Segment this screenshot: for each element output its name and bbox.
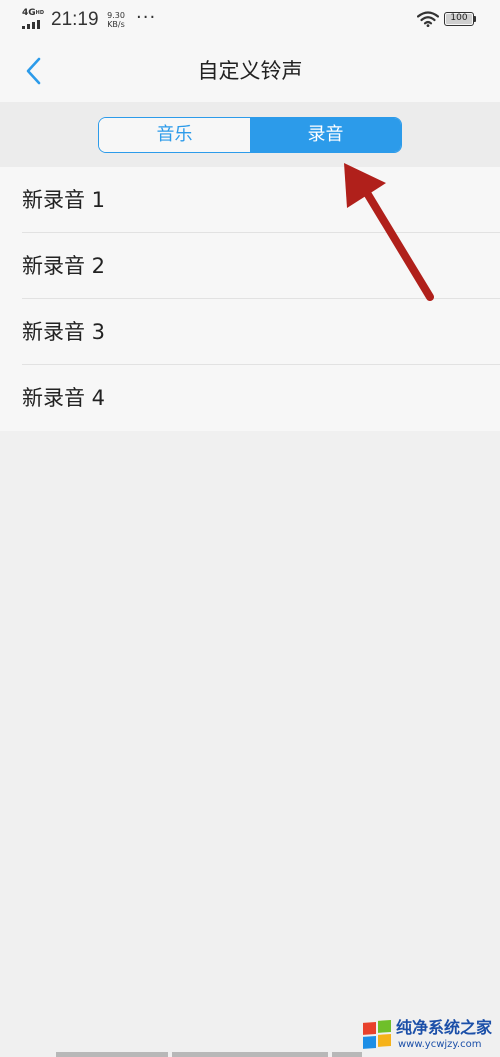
list-item[interactable]: 新录音 1 (0, 167, 500, 233)
battery-tip (474, 16, 476, 22)
tab-music[interactable]: 音乐 (99, 118, 250, 152)
title-bar: 自定义铃声 (0, 40, 500, 102)
network-speed: 9.30 KB/s (103, 11, 129, 29)
tab-recordings[interactable]: 录音 (250, 118, 401, 152)
wifi-icon (417, 11, 439, 27)
chevron-left-icon (26, 57, 41, 85)
more-notifications-icon: ··· (136, 7, 157, 28)
windows-logo-icon (363, 1020, 391, 1049)
list-item[interactable]: 新录音 3 (0, 299, 500, 365)
battery-icon: 100 (444, 12, 474, 26)
page-title: 自定义铃声 (197, 59, 303, 83)
list-item[interactable]: 新录音 2 (0, 233, 500, 299)
network-type: 4G (22, 8, 36, 18)
tab-bar-area: 音乐 录音 (0, 102, 500, 167)
list-item-label: 新录音 3 (22, 320, 106, 344)
network-speed-value: 9.30 (107, 11, 125, 20)
list-item-label: 新录音 4 (22, 386, 106, 410)
network-hd: HD (35, 10, 44, 16)
segmented-control: 音乐 录音 (98, 117, 402, 153)
signal-icon (22, 20, 46, 29)
status-bar: 4GHD 21:19 9.30 KB/s ··· 100 (0, 0, 500, 40)
bottom-strip (332, 1052, 362, 1057)
battery-text: 100 (450, 13, 468, 23)
bottom-strip (172, 1052, 328, 1057)
list-item-label: 新录音 2 (22, 254, 106, 278)
back-button[interactable] (14, 52, 54, 90)
list-item-label: 新录音 1 (22, 188, 106, 212)
watermark: 纯净系统之家 www.ycwjzy.com (362, 1018, 496, 1052)
bottom-strip (56, 1052, 168, 1057)
network-indicator: 4GHD (22, 9, 46, 29)
watermark-url: www.ycwjzy.com (398, 1039, 482, 1050)
status-time: 21:19 (51, 9, 99, 30)
recordings-list: 新录音 1 新录音 2 新录音 3 新录音 4 (0, 167, 500, 431)
network-speed-unit: KB/s (107, 20, 125, 29)
watermark-name: 纯净系统之家 (396, 1018, 493, 1037)
list-item[interactable]: 新录音 4 (0, 365, 500, 431)
